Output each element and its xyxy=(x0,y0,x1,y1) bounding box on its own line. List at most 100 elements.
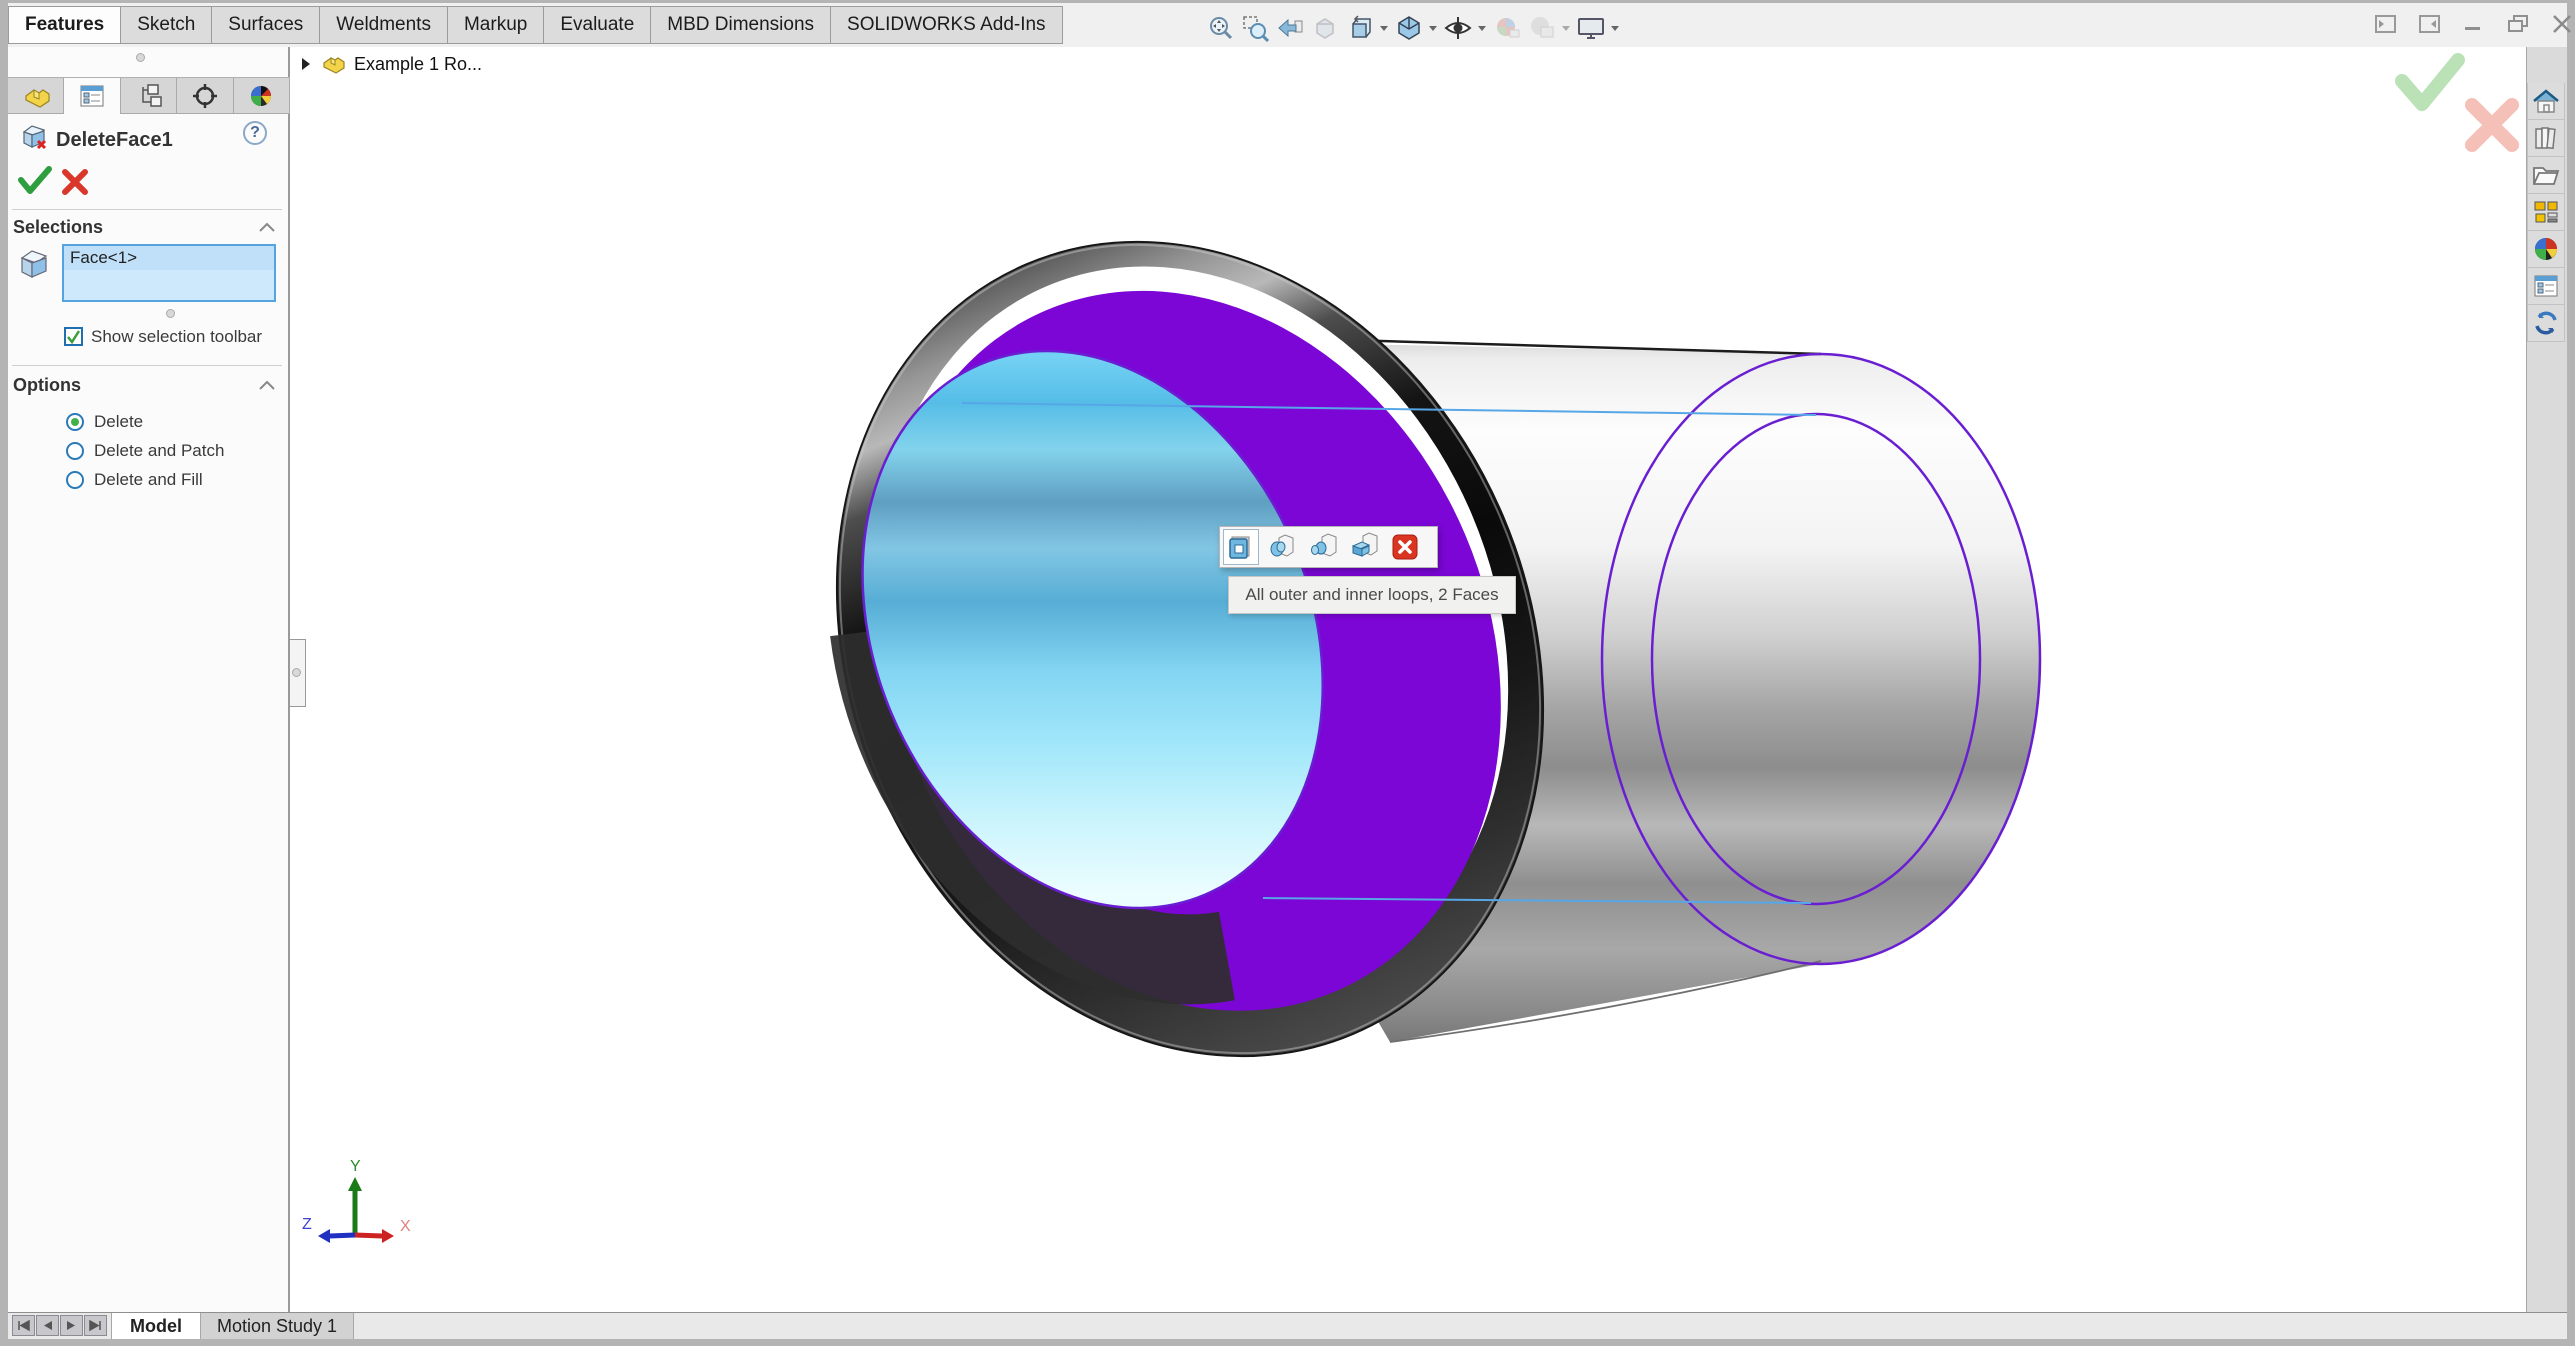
file-explorer-icon[interactable] xyxy=(2527,157,2565,194)
display-style-dropdown-caret[interactable] xyxy=(1428,23,1439,33)
outer-loop-face-button[interactable] xyxy=(1264,529,1300,565)
apply-scene-icon[interactable] xyxy=(1526,12,1558,44)
tab-evaluate[interactable]: Evaluate xyxy=(543,6,651,44)
zoom-to-area-icon[interactable] xyxy=(1239,12,1271,44)
display-style-icon[interactable] xyxy=(1393,12,1425,44)
z-axis-arrow xyxy=(318,1229,330,1243)
minimize-button[interactable] xyxy=(2461,13,2487,35)
radio-delete-and-patch[interactable] xyxy=(66,442,84,460)
confirm-cancel-icon[interactable] xyxy=(2465,98,2519,152)
view-settings-icon[interactable] xyxy=(1575,12,1607,44)
cancel-selection-button[interactable] xyxy=(1387,529,1423,565)
reference-triad: Y X Z xyxy=(302,1159,411,1243)
options-group-header[interactable]: Options xyxy=(13,375,81,396)
model-canvas[interactable] xyxy=(610,179,2110,1129)
edit-appearance-icon[interactable] xyxy=(1491,12,1523,44)
radio-delete[interactable] xyxy=(66,413,84,431)
divider xyxy=(12,365,282,366)
z-axis-label: Z xyxy=(302,1216,312,1233)
show-selection-toolbar-label: Show selection toolbar xyxy=(91,327,263,346)
restore-button[interactable] xyxy=(2505,13,2531,35)
property-manager-tab[interactable] xyxy=(64,78,121,114)
property-manager-panel: DeleteFace1 ? Selections Face<1> Show se… xyxy=(8,47,291,1312)
inner-loop-face-button[interactable] xyxy=(1305,529,1341,565)
radio-delete-label: Delete xyxy=(94,412,144,431)
solidworks-resources-icon[interactable] xyxy=(2527,305,2565,342)
flyout-feature-tree[interactable]: Example 1 Ro... xyxy=(300,52,482,76)
heads-up-view-toolbar xyxy=(1204,11,1621,45)
radio-delete-and-patch-label: Delete and Patch xyxy=(94,441,225,460)
window-controls xyxy=(2373,13,2575,35)
ok-button[interactable] xyxy=(16,163,54,197)
view-orientation-dropdown-caret[interactable] xyxy=(1379,23,1390,33)
hide-show-items-icon[interactable] xyxy=(1442,12,1474,44)
appearances-scenes-icon[interactable] xyxy=(2527,231,2565,268)
dimxpert-manager-tab[interactable] xyxy=(177,78,234,114)
first-sheet-button[interactable] xyxy=(12,1315,35,1336)
manager-tab-strip xyxy=(8,77,291,114)
collapse-pane-left-icon[interactable] xyxy=(2373,13,2399,35)
model-tab[interactable]: Model xyxy=(111,1313,201,1339)
configuration-manager-tab[interactable] xyxy=(120,78,178,114)
home-icon[interactable] xyxy=(2527,83,2565,120)
hide-show-dropdown-caret[interactable] xyxy=(1477,23,1488,33)
section-view-icon[interactable] xyxy=(1309,12,1341,44)
configuration-manager-icon xyxy=(141,83,162,107)
radio-delete-and-fill-label: Delete and Fill xyxy=(94,470,203,489)
zoom-to-fit-icon[interactable] xyxy=(1204,12,1236,44)
motion-study-tab[interactable]: Motion Study 1 xyxy=(200,1313,354,1339)
featuremanager-tree-tab[interactable] xyxy=(8,78,65,114)
display-manager-tab[interactable] xyxy=(233,78,291,114)
selections-group-header[interactable]: Selections xyxy=(13,217,103,238)
tab-features[interactable]: Features xyxy=(8,6,121,44)
document-name: Example 1 Ro... xyxy=(354,53,483,74)
single-face-button[interactable] xyxy=(1346,529,1382,565)
close-button[interactable] xyxy=(2549,13,2575,35)
x-axis-label: X xyxy=(400,1218,411,1235)
last-sheet-button[interactable] xyxy=(84,1315,107,1336)
next-sheet-button[interactable] xyxy=(60,1315,83,1336)
panel-splitter-tab[interactable] xyxy=(290,639,306,707)
selected-face-item[interactable]: Face<1> xyxy=(64,246,274,270)
command-manager-tabs: Features Sketch Surfaces Weldments Marku… xyxy=(8,6,1063,44)
collapse-pane-right-icon[interactable] xyxy=(2417,13,2443,35)
face-selection-icon xyxy=(20,250,48,278)
previous-view-icon[interactable] xyxy=(1274,12,1306,44)
graphics-viewport[interactable]: Example 1 Ro... All outer and inner loop… xyxy=(290,47,2526,1312)
confirm-ok-icon[interactable] xyxy=(2395,53,2465,111)
design-library-icon[interactable] xyxy=(2527,120,2565,157)
divider xyxy=(12,209,282,210)
custom-properties-icon[interactable] xyxy=(2527,268,2565,305)
expand-arrow-icon[interactable] xyxy=(300,56,312,72)
cancel-button[interactable] xyxy=(60,167,90,197)
view-settings-dropdown-caret[interactable] xyxy=(1610,23,1621,33)
listbox-resize-handle[interactable] xyxy=(166,309,175,318)
tab-solidworks-add-ins[interactable]: SOLIDWORKS Add-Ins xyxy=(830,6,1063,44)
splitter-dot xyxy=(292,668,301,677)
model-tabs-bar: Model Motion Study 1 xyxy=(8,1312,2567,1339)
tab-weldments[interactable]: Weldments xyxy=(319,6,447,44)
view-palette-icon[interactable] xyxy=(2527,194,2565,231)
collapse-chevron-icon[interactable] xyxy=(258,379,276,391)
face-selection-listbox[interactable]: Face<1> xyxy=(62,244,276,302)
radio-delete-and-fill[interactable] xyxy=(66,471,84,489)
task-pane xyxy=(2526,47,2567,1312)
help-icon[interactable]: ? xyxy=(243,121,267,145)
tab-sketch[interactable]: Sketch xyxy=(120,6,212,44)
confirmation-corner xyxy=(2395,53,2519,152)
collapse-chevron-icon[interactable] xyxy=(258,221,276,233)
radio-selected-dot xyxy=(71,418,79,426)
title-command-bar: Features Sketch Surfaces Weldments Marku… xyxy=(8,3,2571,47)
tab-mbd-dimensions[interactable]: MBD Dimensions xyxy=(650,6,831,44)
previous-sheet-button[interactable] xyxy=(36,1315,59,1336)
feature-title: DeleteFace1 xyxy=(56,129,173,151)
all-outer-and-inner-loops-button[interactable] xyxy=(1223,529,1259,565)
apply-scene-dropdown-caret[interactable] xyxy=(1561,23,1572,33)
tab-markup[interactable]: Markup xyxy=(446,6,544,44)
property-manager-icon xyxy=(80,85,104,107)
show-selection-toolbar-checkbox[interactable] xyxy=(64,327,83,346)
view-orientation-icon[interactable] xyxy=(1344,12,1376,44)
dimxpert-icon xyxy=(192,83,217,108)
tab-surfaces[interactable]: Surfaces xyxy=(211,6,320,44)
panel-splitter-handle[interactable] xyxy=(136,53,145,62)
